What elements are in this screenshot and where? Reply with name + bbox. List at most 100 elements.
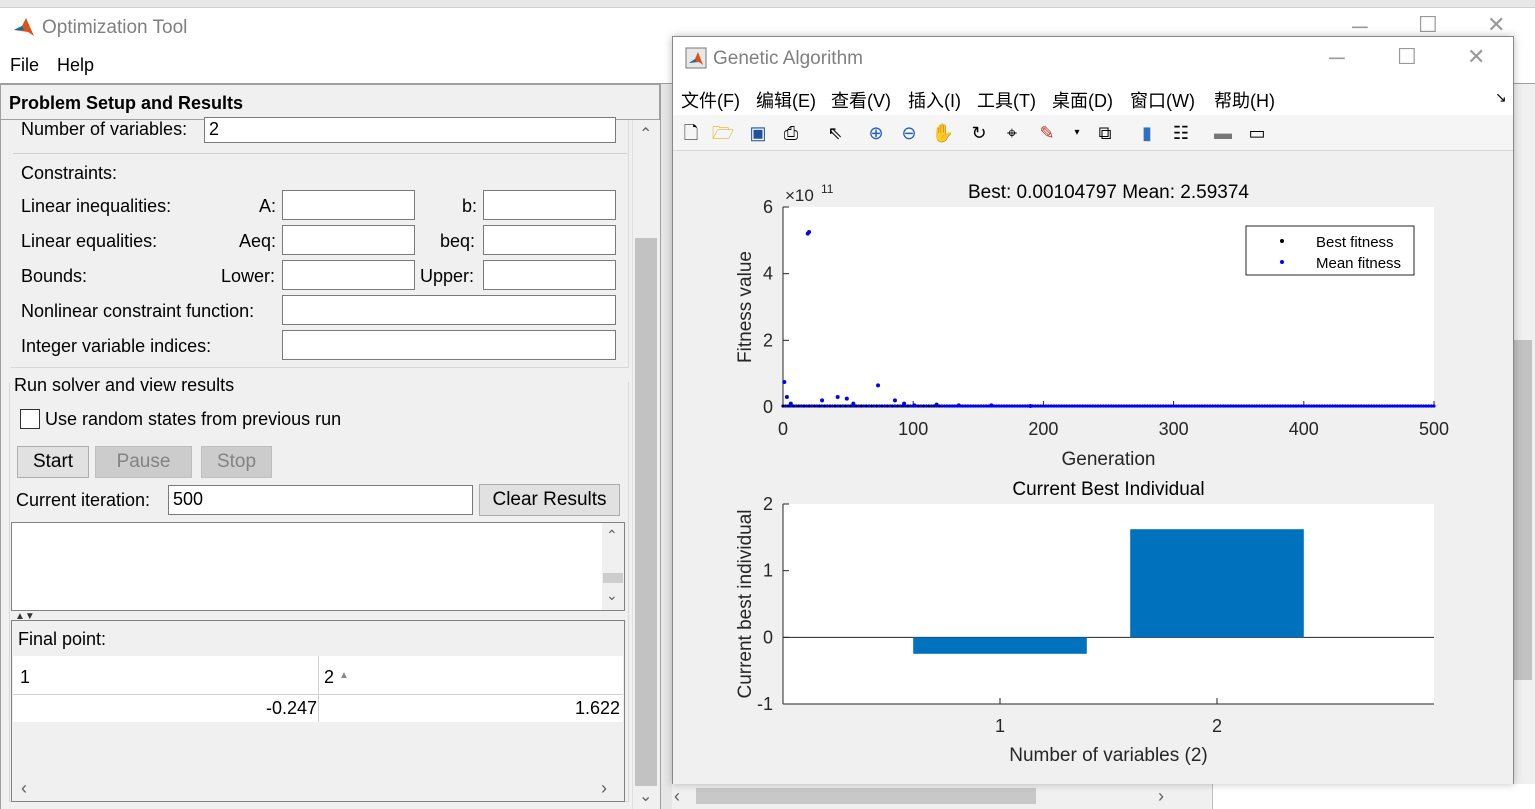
ga-maximize-icon[interactable]: ☐ <box>1397 44 1417 70</box>
mean-fitness-point <box>807 230 812 234</box>
status-scrollbar[interactable]: ⌃ ⌄ <box>602 523 624 610</box>
panel-scroll-up-icon[interactable]: ⌃ <box>639 124 652 144</box>
panel-vscrollbar[interactable]: ⌃ ⌄ <box>632 120 658 809</box>
best-fitness-point <box>859 404 863 408</box>
scroll-right-icon[interactable]: › <box>601 778 607 799</box>
ga-menu-tools[interactable]: 工具(T) <box>977 87 1036 113</box>
pan-hand-icon[interactable]: ✋ <box>931 121 955 145</box>
menu-help[interactable]: Help <box>57 55 94 76</box>
scroll-left-icon[interactable]: ‹ <box>21 778 27 799</box>
start-button[interactable]: Start <box>17 446 89 478</box>
ga-close-icon[interactable]: ✕ <box>1467 44 1485 70</box>
best-fitness-point <box>838 404 842 408</box>
clear-results-button[interactable]: Clear Results <box>479 484 620 516</box>
plots-svg: 0 100 200 300 400 5000246×10 11 Best: 0.0010479… <box>735 182 1449 766</box>
bg-scroll-left-icon[interactable]: ‹ <box>674 786 680 807</box>
fitness-x-tick-label: 0 <box>778 419 788 439</box>
bg-scroll-right-icon[interactable]: › <box>1158 786 1164 807</box>
run-section-label: Run solver and view results <box>14 375 239 396</box>
panel-scroll-thumb[interactable] <box>635 238 657 786</box>
num-vars-input[interactable]: 2 <box>204 117 616 143</box>
scroll-thumb[interactable] <box>603 573 623 583</box>
best-fitness-point <box>844 404 847 408</box>
column-header-2[interactable]: 2 <box>324 667 334 688</box>
data-cursor-icon[interactable]: ⌖ <box>1000 121 1024 145</box>
brush-icon[interactable]: ✎ <box>1035 121 1059 145</box>
bg-scroll-thumb[interactable] <box>696 788 1036 804</box>
final-point-table: 1 2 ▲ -0.247 1.622 <box>13 656 623 722</box>
mean-fitness-point <box>902 401 907 406</box>
b-input[interactable] <box>483 190 616 220</box>
background-vscroll-thumb[interactable] <box>1514 340 1532 680</box>
zoom-out-icon[interactable]: ⊖ <box>897 121 921 145</box>
show-plot-tools-icon[interactable]: ▭ <box>1245 121 1269 145</box>
fitness-x-tick-label: 200 <box>1028 419 1058 439</box>
mean-fitness-point <box>876 383 881 388</box>
print-icon[interactable]: ⎙ <box>779 121 803 145</box>
edit-plot-arrow-icon[interactable]: ⇖ <box>823 121 847 145</box>
best-fitness-point <box>870 404 873 408</box>
dock-arrow-icon[interactable]: ↘ <box>1495 89 1507 106</box>
link-plot-icon[interactable]: ⧉ <box>1093 121 1117 145</box>
hide-plot-tools-icon[interactable]: ▬ <box>1211 121 1235 145</box>
ga-menu-edit[interactable]: 编辑(E) <box>756 87 816 113</box>
ga-menu-view[interactable]: 查看(V) <box>831 87 891 113</box>
menu-file[interactable]: File <box>10 55 39 76</box>
beq-input[interactable] <box>483 225 616 255</box>
open-file-icon[interactable]: 🗁 <box>711 121 735 145</box>
upper-input[interactable] <box>483 260 616 290</box>
ga-minimize-icon[interactable]: ─ <box>1329 45 1345 71</box>
new-figure-icon[interactable]: 🗋 <box>679 121 703 145</box>
rotate-3d-icon[interactable]: ↻ <box>967 121 991 145</box>
scroll-up-icon[interactable]: ⌃ <box>606 527 618 544</box>
nonlin-input[interactable] <box>282 295 616 325</box>
ga-menu-window[interactable]: 窗口(W) <box>1130 87 1195 113</box>
random-states-checkbox[interactable] <box>20 409 40 429</box>
divider <box>13 153 627 154</box>
legend-icon[interactable]: ☷ <box>1169 121 1193 145</box>
fitness-x-label: Generation <box>1061 449 1155 470</box>
fitness-x-tick-label: 400 <box>1289 419 1319 439</box>
mean-fitness-point <box>934 402 939 407</box>
panel-scroll-down-icon[interactable]: ⌄ <box>639 786 652 806</box>
scroll-down-icon[interactable]: ⌄ <box>606 587 618 604</box>
ga-menu-file[interactable]: 文件(F) <box>681 87 740 113</box>
background-toolbar-strip <box>0 0 1535 8</box>
window-title: Optimization Tool <box>42 17 188 38</box>
matlab-logo-icon <box>14 18 34 36</box>
background-panel-edge <box>660 84 672 809</box>
ga-menu-desktop[interactable]: 桌面(D) <box>1052 87 1113 113</box>
save-icon[interactable]: ▣ <box>746 121 770 145</box>
int-vars-input[interactable] <box>282 330 616 360</box>
close-icon[interactable]: ✕ <box>1487 12 1505 38</box>
ga-title-bar: Genetic Algorithm ─ ☐ ✕ <box>673 37 1513 79</box>
aeq-input[interactable] <box>282 225 415 255</box>
best-fitness-point <box>823 404 827 408</box>
sort-ascending-icon: ▲ <box>339 670 349 681</box>
ga-menu-help[interactable]: 帮助(H) <box>1214 87 1275 113</box>
ga-menu-insert[interactable]: 插入(I) <box>908 87 961 113</box>
maximize-icon[interactable]: ☐ <box>1418 12 1438 38</box>
best-fitness-point <box>880 404 884 408</box>
nonlin-label: Nonlinear constraint function: <box>21 301 255 321</box>
background-hscrollbar[interactable]: ‹ › <box>672 784 1212 809</box>
panel-header: Problem Setup and Results <box>0 84 660 120</box>
a-input[interactable] <box>282 190 415 220</box>
bar-2 <box>1130 529 1304 638</box>
fitness-x-tick-label: 100 <box>898 419 928 439</box>
final-point-label: Final point: <box>18 629 107 649</box>
best-fitness-point <box>849 404 853 408</box>
stop-button[interactable]: Stop <box>201 446 272 478</box>
bar-y-tick-label: 1 <box>763 561 773 581</box>
brush-dropdown-icon[interactable]: ▾ <box>1065 121 1089 145</box>
colorbar-icon[interactable]: ▮ <box>1135 121 1159 145</box>
fitness-x-tick-label: 500 <box>1419 419 1449 439</box>
column-header-1[interactable]: 1 <box>20 667 30 688</box>
random-states-label: Use random states from previous run <box>45 409 342 429</box>
pause-button[interactable]: Pause <box>95 446 192 478</box>
table-hscrollbar[interactable]: ‹ › <box>13 776 623 800</box>
mean-fitness-point <box>956 403 961 408</box>
lower-input[interactable] <box>282 260 415 290</box>
zoom-in-icon[interactable]: ⊕ <box>864 121 888 145</box>
status-textarea[interactable]: ⌃ ⌄ <box>11 522 625 611</box>
